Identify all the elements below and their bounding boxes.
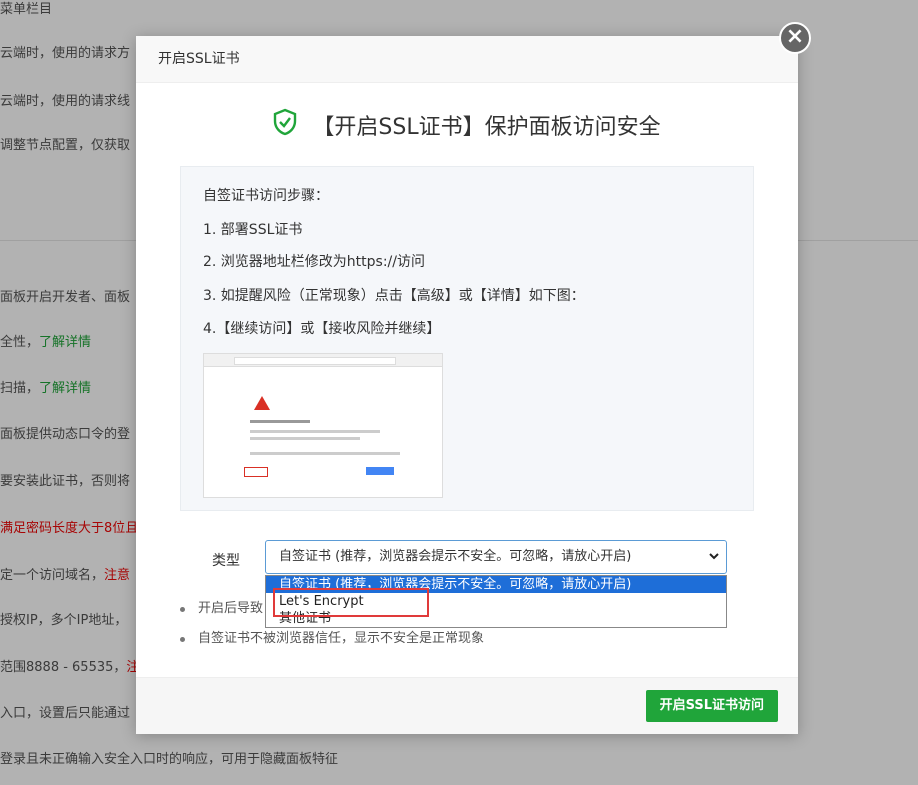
select-value: 自签证书 (推荐，浏览器会提示不安全。可忽略，请放心开启): [279, 549, 632, 564]
ssl-dialog: 开启SSL证书 【开启SSL证书】保护面板访问安全 自签证书访问步骤： 1. 部…: [136, 36, 798, 734]
dialog-heading: 【开启SSL证书】保护面板访问安全: [136, 108, 798, 142]
note-item: 自签证书不被浏览器信任，显示不安全是正常现象: [176, 628, 484, 658]
steps-panel: 自签证书访问步骤： 1. 部署SSL证书 2. 浏览器地址栏修改为https:/…: [180, 166, 754, 511]
step-item: 4.【继续访问】或【接收风险并继续】: [203, 321, 441, 337]
step-item: 3. 如提醒风险（正常现象）点击【高级】或【详情】如下图：: [203, 288, 585, 304]
dialog-footer: 开启SSL证书访问: [136, 677, 798, 734]
enable-ssl-button[interactable]: 开启SSL证书访问: [645, 690, 778, 722]
cert-type-select[interactable]: 自签证书 (推荐，浏览器会提示不安全。可忽略，请放心开启): [265, 540, 727, 574]
heading-text: 【开启SSL证书】保护面板访问安全: [312, 115, 661, 140]
annotation-highlight-box: [273, 588, 429, 617]
step-item: 1. 部署SSL证书: [203, 222, 303, 238]
close-icon[interactable]: ×: [779, 22, 811, 54]
dialog-title: 开启SSL证书: [136, 36, 798, 83]
warning-icon: [254, 396, 270, 410]
steps-intro: 自签证书访问步骤：: [203, 188, 329, 204]
step-item: 2. 浏览器地址栏修改为https://访问: [203, 254, 425, 270]
shield-check-icon: [273, 108, 297, 142]
browser-warning-screenshot: [203, 353, 443, 498]
type-label: 类型: [212, 553, 240, 569]
